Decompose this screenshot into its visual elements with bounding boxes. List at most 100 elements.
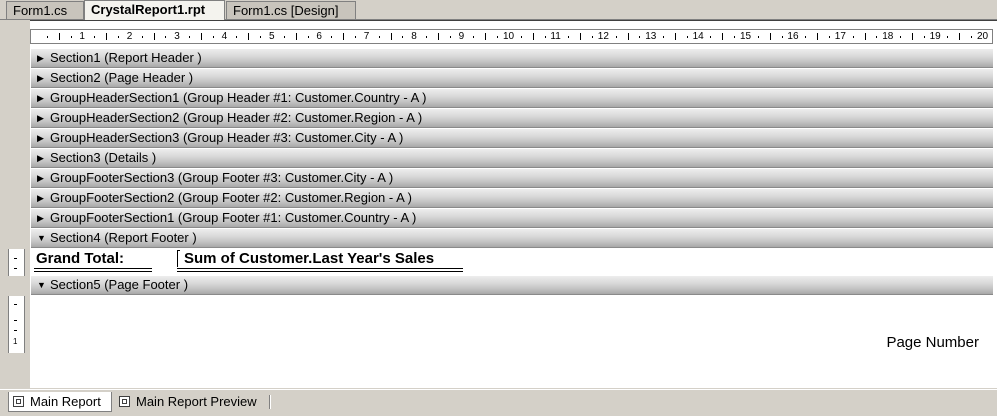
expand-right-icon[interactable]: ▶: [37, 169, 44, 187]
ruler-tick: [58, 33, 60, 40]
ruler-tick: [627, 33, 629, 40]
ruler-tick: [520, 36, 522, 38]
ruler-tick: [117, 36, 119, 38]
section-bar[interactable]: ▶ Section3 (Details ): [31, 149, 993, 168]
sum-of-last-years-sales-field[interactable]: Sum of Customer.Last Year's Sales: [184, 250, 434, 267]
report-icon: [119, 396, 130, 408]
ruler-tick: [580, 33, 582, 40]
tab-label: Main Report Preview: [136, 394, 257, 409]
ruler-number: 16: [787, 31, 799, 42]
ruler-tick: [686, 36, 688, 38]
section-label: GroupFooterSection1 (Group Footer #1: Cu…: [50, 210, 417, 225]
ruler-number: 12: [597, 31, 609, 42]
ruler-tick: [734, 36, 736, 38]
section-bar[interactable]: ▶ GroupHeaderSection3 (Group Header #3: C…: [31, 129, 993, 148]
ruler-tick: [497, 36, 499, 38]
expand-right-icon[interactable]: ▶: [37, 89, 44, 107]
vertical-ruler-report-footer: [8, 249, 25, 276]
section-label: GroupFooterSection3 (Group Footer #3: Cu…: [50, 170, 394, 185]
expand-down-icon[interactable]: ▼: [37, 229, 46, 247]
tab-main-report[interactable]: Main Report: [8, 392, 112, 412]
ruler-number: 11: [550, 31, 561, 42]
ruler-tick: [781, 36, 783, 38]
ruler-tick: [900, 36, 902, 38]
tab-label: CrystalReport1.rpt: [91, 2, 206, 17]
ruler-tick: [141, 36, 143, 38]
section-bar[interactable]: ▼ Section5 (Page Footer ): [31, 276, 993, 295]
ruler-tick: [200, 33, 202, 40]
section-label: GroupHeaderSection1 (Group Header #1: Cu…: [50, 90, 427, 105]
ruler-number: 15: [740, 31, 752, 42]
expand-right-icon[interactable]: ▶: [37, 189, 44, 207]
ruler-number: 4: [221, 31, 228, 42]
section-bar[interactable]: ▶ GroupFooterSection2 (Group Footer #2: C…: [31, 189, 993, 208]
section-bar[interactable]: ▶ Section1 (Report Header ): [31, 49, 993, 68]
tab-form1-cs[interactable]: Form1.cs: [6, 1, 84, 19]
ruler-tick: [947, 36, 949, 38]
section-bar[interactable]: ▶ GroupFooterSection1 (Group Footer #1: C…: [31, 209, 993, 228]
ruler-tick: [295, 33, 297, 40]
section-bar[interactable]: ▶ Section2 (Page Header ): [31, 69, 993, 88]
grand-total-label[interactable]: Grand Total:: [36, 250, 124, 267]
ruler-tick: [402, 36, 404, 38]
ruler-tick: [248, 33, 250, 40]
ruler-tick: [153, 33, 155, 40]
ruler-tick: [615, 36, 617, 38]
ruler-number: 3: [174, 31, 180, 42]
ruler-tick: [354, 36, 356, 38]
section-bar[interactable]: ▶ GroupHeaderSection2 (Group Header #2: C…: [31, 109, 993, 128]
ruler-number: 10: [503, 31, 515, 42]
expand-down-icon[interactable]: ▼: [37, 276, 46, 294]
ruler-tick: [639, 36, 641, 38]
ruler-tick: [591, 36, 593, 38]
ruler-tick: [852, 36, 854, 38]
section-label: Section1 (Report Header ): [50, 50, 202, 65]
ruler-tick: [260, 36, 262, 38]
ruler-tick: [568, 36, 570, 38]
ruler-tick: [46, 36, 48, 38]
ruler-tick: [876, 36, 878, 38]
expand-right-icon[interactable]: ▶: [37, 49, 44, 67]
ruler-number: 13: [645, 31, 657, 42]
tab-crystalreport1-rpt[interactable]: CrystalReport1.rpt: [84, 0, 225, 20]
ruler-tick: [94, 36, 96, 38]
report-view-tab-bar: Main Report Main Report Preview: [0, 389, 997, 416]
ruler-tick: [378, 36, 380, 38]
section-bar[interactable]: ▶ GroupFooterSection3 (Group Footer #3: C…: [31, 169, 993, 188]
tab-form1-cs-design[interactable]: Form1.cs [Design]: [226, 1, 356, 19]
horizontal-ruler[interactable]: 1 2 3 4 5 6 7 8 9 10 11 12 13 14 15 16 17 18 19 20: [30, 29, 993, 44]
expand-right-icon[interactable]: ▶: [37, 149, 44, 167]
ruler-number: 7: [363, 31, 370, 42]
ruler-tick: [189, 36, 191, 38]
ruler-tick: [532, 33, 534, 40]
section-bar[interactable]: ▼ Section4 (Report Footer ): [31, 229, 993, 248]
ruler-tick: [971, 36, 973, 38]
section-bar[interactable]: ▶ GroupHeaderSection1 (Group Header #1: C…: [31, 89, 993, 108]
ruler-tick: [343, 33, 345, 40]
tab-main-report-preview[interactable]: Main Report Preview: [115, 392, 265, 412]
section-label: Section3 (Details ): [50, 150, 157, 165]
ruler-tick: [923, 36, 925, 38]
tab-label: Main Report: [30, 394, 101, 409]
ruler-number: 17: [834, 31, 846, 42]
page-number-field[interactable]: Page Number: [886, 334, 979, 351]
ruler-tick: [663, 36, 665, 38]
ruler-tick: [757, 36, 759, 38]
expand-right-icon[interactable]: ▶: [37, 69, 44, 87]
section-label: Section2 (Page Header ): [50, 70, 194, 85]
ruler-number: 14: [692, 31, 704, 42]
ruler-tick: [70, 36, 72, 38]
section-label: GroupFooterSection2 (Group Footer #2: Cu…: [50, 190, 413, 205]
ruler-tick: [426, 36, 428, 38]
section-label: GroupHeaderSection2 (Group Header #2: Cu…: [50, 110, 423, 125]
expand-right-icon[interactable]: ▶: [37, 129, 44, 147]
tab-label: Form1.cs: [13, 3, 68, 18]
expand-right-icon[interactable]: ▶: [37, 109, 44, 127]
expand-right-icon[interactable]: ▶: [37, 209, 44, 227]
ruler-tick: [212, 36, 214, 38]
ruler-tick: [106, 33, 108, 40]
ruler-tick: [769, 33, 771, 40]
ruler-number: 6: [316, 31, 322, 42]
ruler-tick: [828, 36, 830, 38]
ruler-number: 19: [929, 31, 941, 42]
